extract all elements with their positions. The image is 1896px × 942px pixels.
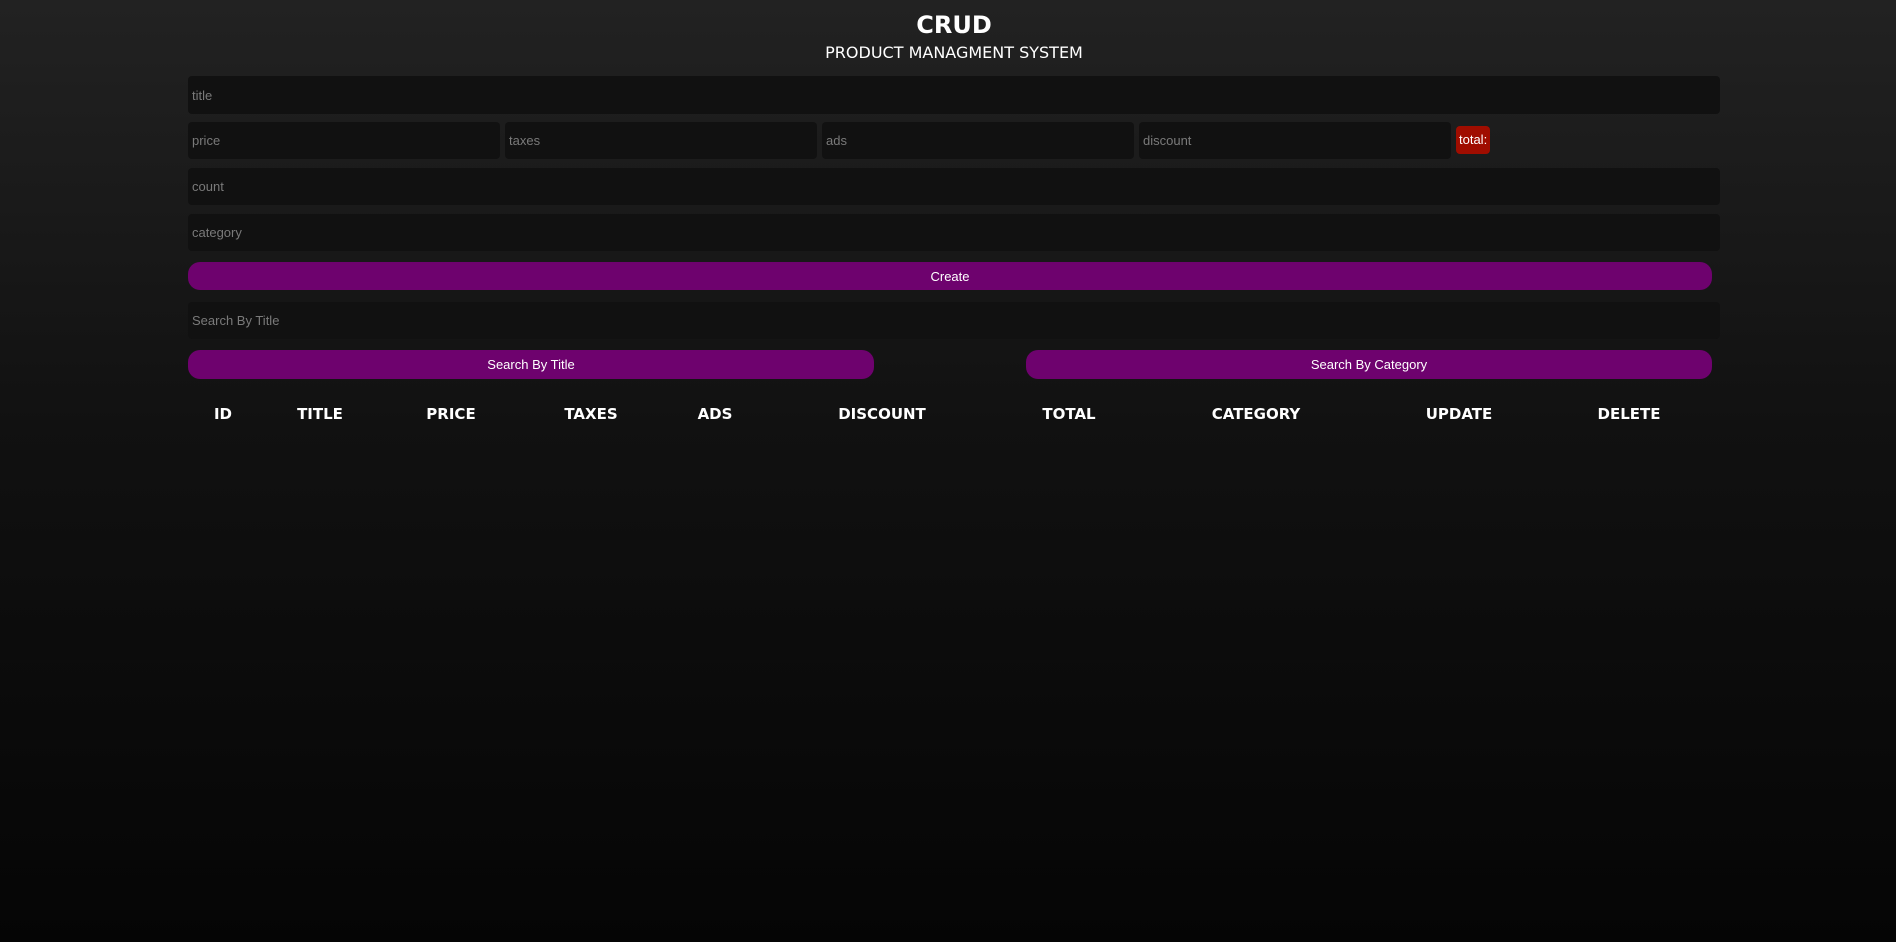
column-header-taxes: TAXES: [564, 405, 618, 423]
column-header-category: CATEGORY: [1211, 405, 1301, 423]
column-header-title: TITLE: [297, 405, 343, 423]
taxes-input[interactable]: [505, 122, 817, 159]
column-header-discount: DISCOUNT: [838, 405, 926, 423]
page-subtitle: PRODUCT MANAGMENT SYSTEM: [825, 43, 1083, 62]
page-header: CRUD PRODUCT MANAGMENT SYSTEM: [188, 0, 1720, 74]
search-input[interactable]: [188, 302, 1720, 339]
crud-container: CRUD PRODUCT MANAGMENT SYSTEM total: Cre…: [188, 0, 1720, 423]
column-header-total: TOTAL: [1042, 405, 1096, 423]
category-input[interactable]: [188, 214, 1720, 251]
column-header-id: ID: [213, 405, 233, 423]
price-input[interactable]: [188, 122, 500, 159]
page-title: CRUD: [916, 11, 992, 39]
ads-input[interactable]: [822, 122, 1134, 159]
count-input[interactable]: [188, 168, 1720, 205]
create-button[interactable]: Create: [188, 262, 1712, 290]
search-by-category-button[interactable]: Search By Category: [1026, 350, 1712, 379]
search-by-title-button[interactable]: Search By Title: [188, 350, 874, 379]
column-header-price: PRICE: [426, 405, 476, 423]
column-header-ads: ADS: [697, 405, 733, 423]
products-table-header: ID TITLE PRICE TAXES ADS DISCOUNT TOTAL …: [188, 400, 1720, 428]
title-input[interactable]: [188, 76, 1720, 114]
total-badge: total:: [1456, 126, 1490, 154]
column-header-update: UPDATE: [1425, 405, 1493, 423]
column-header-delete: DELETE: [1597, 405, 1661, 423]
discount-input[interactable]: [1139, 122, 1451, 159]
